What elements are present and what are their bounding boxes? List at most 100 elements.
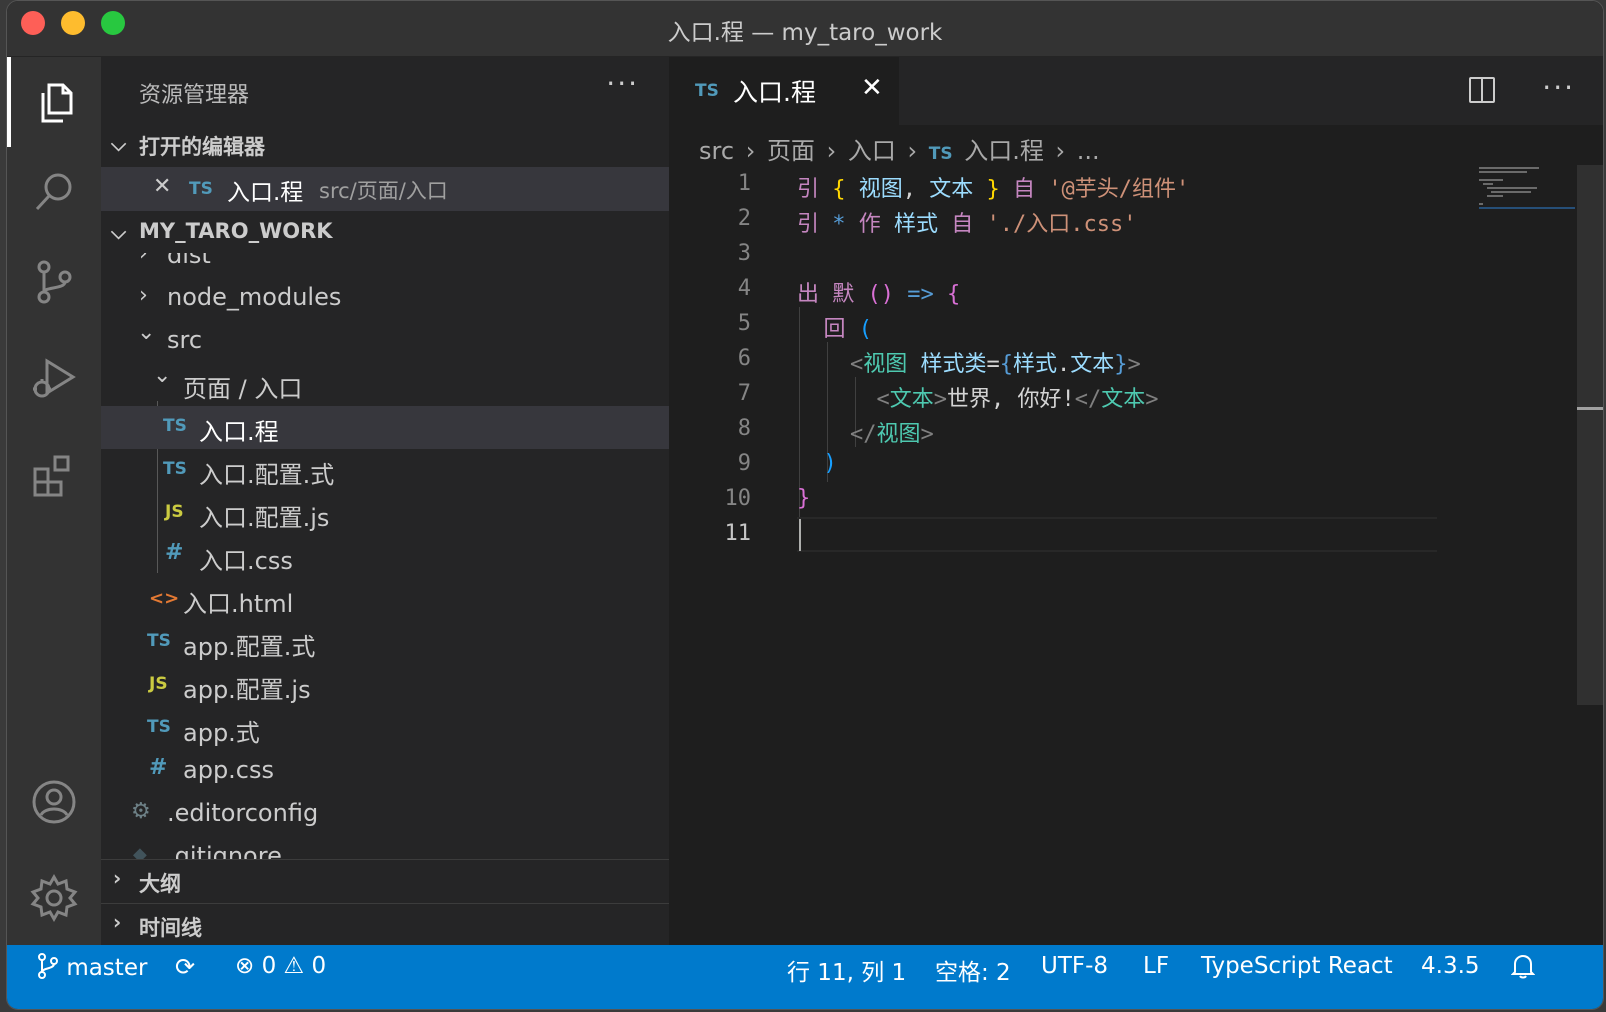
typescript-version-status[interactable]: 4.3.5	[1421, 953, 1480, 979]
minimap-line	[1483, 183, 1493, 185]
code-line: 5 回 (	[669, 307, 1603, 342]
line-number: 4	[737, 276, 751, 301]
javascript-file-icon: JS	[165, 502, 184, 522]
line-number: 7	[737, 381, 751, 406]
minimap-line	[1487, 187, 1537, 189]
problems-status[interactable]: ⊗ 0 ⚠ 0	[235, 953, 326, 979]
code-line: 11	[669, 517, 1603, 552]
breadcrumb-item[interactable]: ...	[1077, 137, 1100, 165]
status-bar: master ⟳ ⊗ 0 ⚠ 0 行 11, 列 1 空格: 2 UTF-8 L…	[7, 945, 1603, 1009]
close-icon[interactable]: ✕	[153, 174, 171, 199]
code-line: 3	[669, 237, 1603, 272]
typescript-file-icon: TS	[928, 144, 953, 164]
tree-item-app-config-js[interactable]: JS app.配置.js	[101, 664, 669, 707]
typescript-file-icon: TS	[147, 717, 171, 737]
tree-item-app-config-ts[interactable]: TS app.配置.式	[101, 621, 669, 664]
tree-item-gitignore[interactable]: ◆ .gitignore	[101, 836, 669, 859]
outline-label: 大纲	[139, 872, 181, 896]
code-line: 1 引 { 视图, 文本 } 自 '@芋头/组件'	[669, 167, 1603, 202]
code-line: 10 }	[669, 482, 1603, 517]
tree-item-entry-html[interactable]: <> 入口.html	[101, 578, 669, 621]
editor-tab-bar: TS 入口.程 ✕ ···	[669, 57, 1603, 125]
vertical-scrollbar[interactable]	[1577, 165, 1603, 705]
tree-item-entry-css[interactable]: # 入口.css	[101, 535, 669, 578]
minimap[interactable]	[1479, 165, 1575, 209]
code-line: 4 出 默 () => {	[669, 272, 1603, 307]
editor-tab-entry[interactable]: TS 入口.程 ✕	[669, 57, 899, 125]
search-icon[interactable]	[7, 147, 101, 237]
tree-item-pages-entry[interactable]: ⌄ 页面 / 入口	[101, 363, 669, 406]
close-icon[interactable]: ✕	[861, 73, 883, 103]
minimap-line	[1491, 191, 1531, 193]
open-editor-name: 入口.程	[227, 180, 304, 206]
explorer-title: 资源管理器	[139, 83, 250, 108]
notifications-bell-icon[interactable]	[1510, 953, 1536, 985]
chevron-right-icon: ›	[113, 910, 122, 934]
breadcrumb-item[interactable]: 入口.程	[964, 137, 1044, 165]
chevron-right-icon: ›	[113, 866, 122, 890]
tab-label: 入口.程	[733, 78, 816, 107]
css-file-icon: #	[149, 755, 168, 780]
chevron-right-icon: ›	[907, 137, 918, 165]
open-editor-path: src/页面/入口	[319, 179, 448, 203]
cursor-position-status[interactable]: 行 11, 列 1	[787, 953, 906, 987]
open-editors-label: 打开的编辑器	[139, 135, 265, 159]
eol-status[interactable]: LF	[1143, 953, 1169, 979]
code-line: 8 </视图>	[669, 412, 1603, 447]
workspace-label: MY_TARO_WORK	[139, 219, 333, 243]
code-line: 9 )	[669, 447, 1603, 482]
tree-item-node-modules[interactable]: › node_modules	[101, 277, 669, 320]
chevron-right-icon: ›	[1055, 137, 1066, 165]
error-icon: ⊗	[235, 953, 255, 979]
tree-item-src[interactable]: ⌄ src	[101, 320, 669, 363]
chevron-right-icon: ›	[139, 253, 148, 266]
tree-item-app-css[interactable]: # app.css	[101, 750, 669, 793]
warning-icon: ⚠	[283, 953, 305, 979]
title-bar: 入口.程 — my_taro_work	[7, 1, 1603, 57]
line-number: 6	[737, 346, 751, 371]
workspace-section-header[interactable]: ⌵ MY_TARO_WORK	[101, 213, 669, 253]
branch-status[interactable]: master	[37, 953, 147, 981]
line-number: 10	[724, 486, 752, 511]
settings-gear-icon[interactable]	[7, 853, 101, 943]
timeline-section-header[interactable]: › 时间线	[101, 903, 669, 945]
open-editors-section-header[interactable]: ⌵ 打开的编辑器	[101, 125, 669, 165]
breadcrumb-item[interactable]: 入口	[848, 137, 896, 165]
split-editor-icon[interactable]	[1469, 77, 1495, 103]
html-file-icon: <>	[149, 588, 180, 609]
tree-item-entry-ts[interactable]: TS 入口.程	[101, 406, 669, 449]
breadcrumb-item[interactable]: 页面	[767, 137, 815, 165]
chevron-right-icon: ›	[826, 137, 837, 165]
code-line: 7 <文本>世界, 你好!</文本>	[669, 377, 1603, 412]
explorer-icon[interactable]	[7, 57, 101, 147]
explorer-more-actions-button[interactable]: ···	[606, 67, 639, 100]
chevron-down-icon: ⌵	[111, 220, 127, 244]
editor-more-actions-button[interactable]: ···	[1542, 71, 1575, 104]
tree-item-editorconfig[interactable]: ⚙ .editorconfig	[101, 793, 669, 836]
tree-item-entry-config-js[interactable]: JS 入口.配置.js	[101, 492, 669, 535]
line-number: 3	[737, 241, 751, 266]
typescript-file-icon: TS	[163, 459, 187, 479]
tree-item-entry-config-ts[interactable]: TS 入口.配置.式	[101, 449, 669, 492]
run-debug-icon[interactable]	[7, 333, 101, 423]
editor-area: TS 入口.程 ✕ ··· src › 页面 › 入口 › TS 入口.程 › …	[669, 57, 1603, 969]
sync-icon[interactable]: ⟳	[175, 953, 195, 981]
breadcrumb: src › 页面 › 入口 › TS 入口.程 › ...	[699, 131, 1104, 165]
language-mode-status[interactable]: TypeScript React	[1201, 953, 1393, 979]
source-control-icon[interactable]	[7, 237, 101, 327]
git-branch-icon	[38, 953, 58, 979]
account-icon[interactable]	[7, 757, 101, 847]
outline-section-header[interactable]: › 大纲	[101, 859, 669, 901]
tree-item-dist[interactable]: › dist	[101, 253, 669, 278]
breadcrumb-item[interactable]: src	[699, 137, 734, 165]
minimap-line	[1479, 203, 1483, 205]
encoding-status[interactable]: UTF-8	[1041, 953, 1108, 979]
indentation-status[interactable]: 空格: 2	[935, 953, 1011, 987]
line-number: 1	[737, 171, 751, 196]
chevron-down-icon: ⌄	[153, 363, 172, 388]
open-editor-item[interactable]: ✕ TS 入口.程 src/页面/入口	[101, 167, 669, 211]
tree-item-app-ts[interactable]: TS app.式	[101, 707, 669, 750]
typescript-file-icon: TS	[695, 81, 719, 101]
timeline-label: 时间线	[139, 916, 202, 940]
extensions-icon[interactable]	[7, 431, 101, 521]
